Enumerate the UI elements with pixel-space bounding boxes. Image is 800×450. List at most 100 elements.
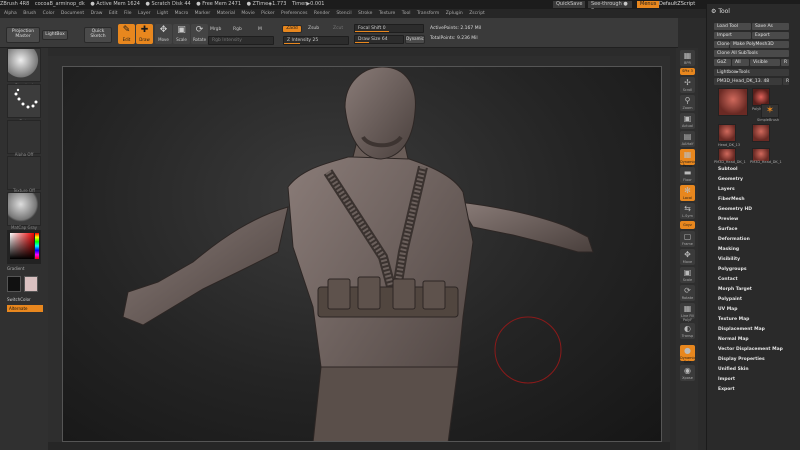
quicksave-button[interactable]: QuickSave [553, 1, 586, 8]
texture-thumbnail[interactable] [7, 156, 41, 190]
subpalette-export[interactable]: Export [718, 386, 735, 393]
lightbox-button[interactable]: LightBox [42, 30, 68, 40]
alternate-button[interactable]: Alternate [7, 305, 43, 312]
main-color-swatch[interactable] [7, 276, 21, 292]
see-through-slider[interactable]: See-through ● 0 [588, 1, 632, 14]
secondary-color-swatch[interactable] [24, 276, 38, 292]
menu-stencil[interactable]: Stencil [336, 11, 351, 16]
clone-all-subtools-button[interactable]: Clone All SubTools [714, 50, 789, 57]
r-button[interactable]: R [781, 59, 789, 66]
zoom-button[interactable]: ⚲ Zoom [680, 95, 695, 111]
projection-master-button[interactable]: Projection Master [6, 27, 40, 43]
solo-button[interactable]: ● Dynamic Solo [680, 345, 695, 364]
quick-sketch-button[interactable]: Quick Sketch [84, 27, 112, 43]
menu-transform[interactable]: Transform [417, 11, 439, 16]
rgb-intensity-slider[interactable]: Rgb Intensity [208, 36, 274, 45]
rotate-view-button[interactable]: ⟳ Rotate [680, 285, 695, 301]
menu-tool[interactable]: Tool [402, 11, 411, 16]
subpalette-texture-map[interactable]: Texture Map [718, 316, 749, 323]
rgb-toggle[interactable]: Rgb [233, 27, 242, 32]
subpalette-polypaint[interactable]: Polypaint [718, 296, 742, 303]
menu-movie[interactable]: Movie [241, 11, 254, 16]
hue-strip[interactable] [35, 233, 39, 259]
scale-button[interactable]: ▣ Scale [173, 24, 190, 44]
scroll-button[interactable]: ✢ Scroll [680, 77, 695, 93]
zsub-button[interactable]: Zsub [308, 26, 319, 31]
menu-marker[interactable]: Marker [195, 11, 211, 16]
lightbox-tools-button[interactable]: Lightbox▸Tools [714, 69, 789, 76]
tool-palette-title[interactable]: ⚙ Tool [711, 8, 730, 15]
color-square[interactable] [10, 233, 34, 259]
subpalette-masking[interactable]: Masking [718, 246, 739, 253]
z-intensity-slider[interactable]: Z Intensity 25 [283, 36, 349, 45]
menu-light[interactable]: Light [157, 11, 168, 16]
subpalette-polygroups[interactable]: Polygroups [718, 266, 747, 273]
subpalette-normal-map[interactable]: Normal Map [718, 336, 749, 343]
subpalette-surface[interactable]: Surface [718, 226, 737, 233]
menu-brush[interactable]: Brush [23, 11, 36, 16]
menu-picker[interactable]: Picker [261, 11, 274, 16]
export-button[interactable]: Export [752, 32, 789, 39]
current-tool-r-button[interactable]: R [783, 78, 789, 85]
move-button[interactable]: ✥ Move [155, 24, 172, 44]
menu-stroke[interactable]: Stroke [358, 11, 372, 16]
material-thumbnail[interactable] [7, 192, 41, 226]
tool-thumbnail-pm3d-head[interactable] [718, 88, 748, 116]
subpalette-contact[interactable]: Contact [718, 276, 738, 283]
subpalette-deformation[interactable]: Deformation [718, 236, 750, 243]
subpalette-visibility[interactable]: Visibility [718, 256, 740, 263]
draw-button[interactable]: ✚ Draw [136, 24, 153, 44]
edit-button[interactable]: ✎ Edit [118, 24, 135, 44]
color-picker[interactable] [7, 230, 41, 264]
switch-color-button[interactable]: SwitchColor [7, 297, 31, 302]
subpalette-vector-displacement-map[interactable]: Vector Displacement Map [718, 346, 783, 353]
tool-thumbnail-pm3d-head-b[interactable] [752, 124, 770, 142]
current-tool-slider[interactable]: PM3D_Head_DK_13. 48 [714, 78, 782, 85]
actual-button[interactable]: ▣ Actual [680, 113, 695, 129]
aahalf-button[interactable]: ▤ AAHalf [680, 131, 695, 147]
menu-macro[interactable]: Macro [175, 11, 189, 16]
lsym-button[interactable]: ⇆ L.Sym [680, 203, 695, 219]
menu-render[interactable]: Render [314, 11, 330, 16]
menu-edit[interactable]: Edit [109, 11, 118, 16]
mrgb-toggle[interactable]: Mrgb [210, 27, 221, 32]
save-as-button[interactable]: Save As [752, 23, 789, 30]
menu-document[interactable]: Document [61, 11, 84, 16]
menu-alpha[interactable]: Alpha [4, 11, 17, 16]
tool-thumbnail-simplebrush[interactable]: ✶ [761, 104, 779, 118]
menu-preferences[interactable]: Preferences [281, 11, 307, 16]
alpha-thumbnail[interactable] [7, 120, 41, 154]
menu-zscript[interactable]: Zscript [469, 11, 485, 16]
gradient-label[interactable]: Gradient [7, 266, 24, 271]
persp-button[interactable]: ▦ Dynamic Persp [680, 149, 695, 168]
load-tool-button[interactable]: Load Tool [714, 23, 751, 30]
subpalette-preview[interactable]: Preview [718, 216, 738, 223]
subpalette-morph-target[interactable]: Morph Target [718, 286, 752, 293]
menu-layer[interactable]: Layer [138, 11, 151, 16]
menu-material[interactable]: Material [217, 11, 235, 16]
stroke-thumbnail[interactable] [7, 84, 41, 118]
default-zscript-button[interactable]: DefaultZScript [656, 1, 698, 8]
subpalette-subtool[interactable]: Subtool [718, 166, 738, 173]
subpalette-unified-skin[interactable]: Unified Skin [718, 366, 749, 373]
clone-button[interactable]: Clone [714, 41, 730, 48]
move-view-button[interactable]: ✥ Move [680, 249, 695, 265]
focal-shift-slider[interactable]: Focal Shift 0 [354, 24, 424, 33]
xpose-button[interactable]: ◉ Xpose [680, 365, 695, 381]
subpalette-uv-map[interactable]: UV Map [718, 306, 737, 313]
document-canvas[interactable] [62, 66, 662, 442]
goz-button[interactable]: GoZ [714, 59, 731, 66]
menu-draw[interactable]: Draw [91, 11, 103, 16]
subpalette-import[interactable]: Import [718, 376, 735, 383]
subpalette-fibermesh[interactable]: FiberMesh [718, 196, 745, 203]
draw-size-slider[interactable]: Draw Size 64 [354, 35, 404, 44]
all-button[interactable]: All [732, 59, 749, 66]
scale-view-button[interactable]: ▣ Scale [680, 267, 695, 283]
polyf-button[interactable]: ▦ Line Fill PolyF [680, 303, 695, 322]
local-button[interactable]: ✻ Local [680, 185, 695, 201]
menu-color[interactable]: Color [43, 11, 55, 16]
subpalette-layers[interactable]: Layers [718, 186, 735, 193]
menu-texture[interactable]: Texture [379, 11, 395, 16]
import-button[interactable]: Import [714, 32, 751, 39]
gxyz-button[interactable]: Gxyz [680, 221, 695, 229]
